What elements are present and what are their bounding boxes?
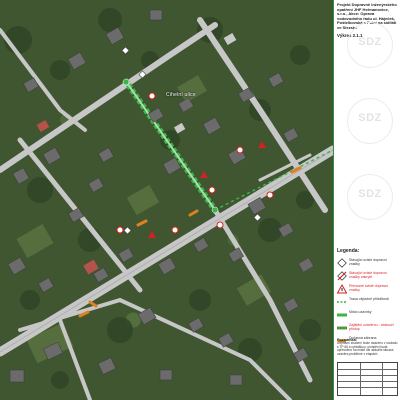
watermark-3: SDZ	[358, 188, 382, 200]
covered-sign-icon	[337, 271, 347, 281]
legend-heading: Legenda:	[337, 248, 360, 254]
legend-item: Stávající svislé dopravní značky	[337, 257, 398, 270]
watermark-2: SDZ	[358, 112, 382, 124]
legend-sheet: Projekt Dopravně inženýrského opatření J…	[333, 0, 400, 400]
closure-icon	[337, 313, 347, 317]
map-viewer: Cihelní ulice Projekt Dopravně inženýrsk…	[0, 0, 400, 400]
legend-item: Přenosné svislé dopravní značky	[337, 283, 398, 296]
legend: Legenda: Stávající svislé dopravní značk…	[337, 248, 398, 348]
aerial-map[interactable]: Cihelní ulice	[0, 0, 333, 400]
dashed-line-icon	[337, 301, 347, 303]
legend-item: Místo uzavírky	[337, 309, 398, 322]
watermark-1: SDZ	[358, 36, 382, 48]
barrier-line-icon	[337, 326, 347, 330]
street-name-label: Cihelní ulice	[166, 92, 196, 98]
warning-sign-icon	[337, 284, 347, 294]
closed-street-segment	[122, 78, 218, 212]
legend-item: Stávající svislé dopravní značky zakryté	[337, 270, 398, 283]
note: Poznámka: Dopravní značení bude osazeno …	[337, 338, 398, 357]
legend-item: Zajištění uzávěrou - obslouží přístup	[337, 322, 398, 335]
legend-item: Trasa objízdné příležitosti	[337, 296, 398, 309]
map-overlay	[0, 8, 333, 400]
note-text: Dopravní značení bude osazeno v souladu …	[337, 341, 398, 357]
diamond-sign-icon	[337, 258, 347, 268]
title-block	[337, 362, 398, 396]
